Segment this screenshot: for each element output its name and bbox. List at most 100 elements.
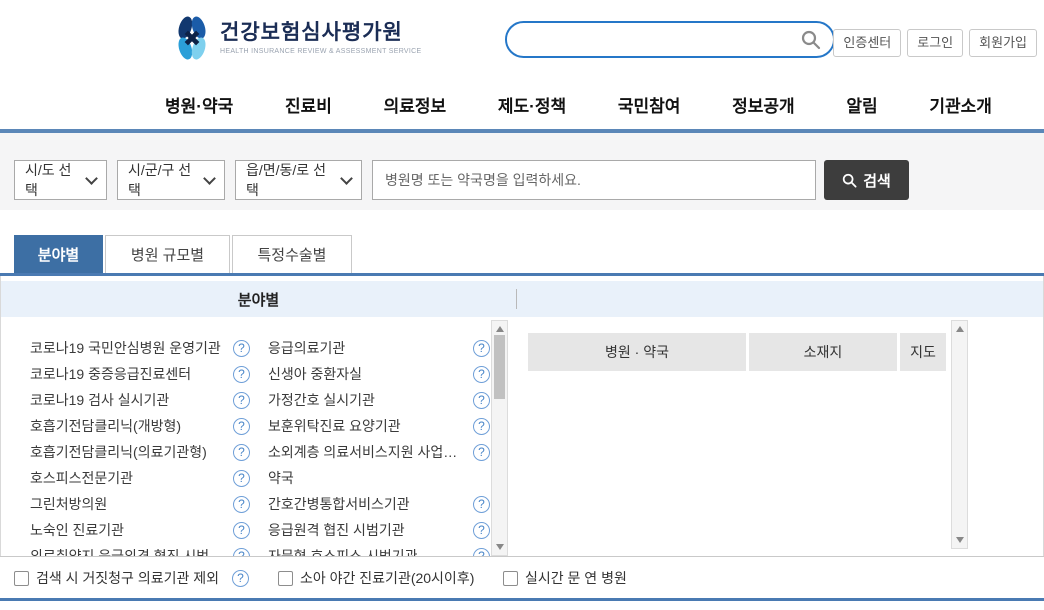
category-link[interactable]: 코로나19 국민안심병원 운영기관 — [30, 338, 221, 358]
help-icon[interactable]: ? — [473, 418, 490, 435]
nav-item-5[interactable]: 국민참여 — [618, 92, 681, 117]
search-icon[interactable] — [800, 29, 822, 51]
search-button[interactable]: 검색 — [824, 160, 909, 200]
help-icon[interactable]: ? — [233, 392, 250, 409]
logo-title: 건강보험심사평가원 — [220, 21, 421, 44]
global-search-input[interactable] — [523, 27, 787, 54]
category-link[interactable]: 노숙인 진료기관 — [30, 520, 124, 540]
logo-text: 건강보험심사평가원 HEALTH INSURANCE REVIEW & ASSE… — [220, 21, 421, 54]
help-icon[interactable]: ? — [233, 522, 250, 539]
category-link[interactable]: 신생아 중환자실 — [268, 364, 362, 384]
help-icon[interactable]: ? — [473, 444, 490, 461]
help-icon[interactable]: ? — [473, 392, 490, 409]
category-link[interactable]: 보훈위탁진료 요양기관 — [268, 416, 401, 436]
content-area: 코로나19 국민안심병원 운영기관? 코로나19 중증응급진료센터? 코로나19 검… — [1, 317, 1043, 556]
help-icon[interactable]: ? — [473, 340, 490, 357]
scroll-down-arrow-icon[interactable] — [956, 537, 964, 543]
footer-filter-checkbox-1[interactable]: 검색 시 거짓청구 의료기관 제외? — [14, 568, 249, 588]
category-link[interactable]: 약국 — [268, 468, 294, 488]
footer-filter-checkbox-3[interactable]: 실시간 문 연 병원 — [503, 568, 627, 588]
help-icon[interactable]: ? — [473, 366, 490, 383]
scroll-up-arrow-icon[interactable] — [956, 326, 964, 332]
category-item: 약국 — [268, 465, 490, 491]
region-selects: 시/도 선택 시/군/구 선택 읍/면/동/로 선택 — [14, 160, 362, 200]
category-item: 보훈위탁진료 요양기관? — [268, 413, 490, 439]
help-icon[interactable]: ? — [233, 496, 250, 513]
category-link[interactable]: 호흡기전담클리닉(의료기관형) — [30, 442, 207, 462]
nav-item-6[interactable]: 정보공개 — [732, 92, 795, 117]
category-link[interactable]: 그린처방의원 — [30, 494, 107, 514]
category-column-2: 응급의료기관?신생아 중환자실?가정간호 실시기관?보훈위탁진료 요양기관?소외… — [268, 335, 490, 556]
nav-item-3[interactable]: 의료정보 — [384, 92, 447, 117]
category-item: 호흡기전담클리닉(개방형)? — [30, 413, 250, 439]
keyword-input[interactable] — [373, 161, 815, 199]
chevron-down-icon — [85, 172, 98, 185]
nav-item-2[interactable]: 진료비 — [285, 92, 332, 117]
help-icon[interactable]: ? — [473, 548, 490, 557]
tab-2[interactable]: 병원 규모별 — [105, 235, 230, 273]
help-icon[interactable]: ? — [233, 418, 250, 435]
footer-filter-checkbox-2[interactable]: 소아 야간 진료기관(20시이후) — [278, 568, 474, 588]
nav-item-1[interactable]: 병원·약국 — [165, 92, 233, 117]
global-nav: 병원·약국 진료비 의료정보 제도·정책 국민참여 정보공개 알림 기관소개 — [0, 80, 1044, 133]
scroll-down-arrow-icon[interactable] — [496, 544, 504, 550]
help-icon[interactable]: ? — [473, 496, 490, 513]
region-select-dropdown-1[interactable]: 시/도 선택 — [14, 160, 107, 200]
site-logo[interactable]: 건강보험심사평가원 HEALTH INSURANCE REVIEW & ASSE… — [173, 15, 421, 61]
results-column-header-2: 소재지 — [749, 333, 897, 371]
nav-item-8[interactable]: 기관소개 — [929, 92, 992, 117]
category-link[interactable]: 소외계층 의료서비스지원 사업… — [268, 442, 457, 462]
panel-title: 분야별 — [1, 281, 516, 317]
category-link[interactable]: 호흡기전담클리닉(개방형) — [30, 416, 181, 436]
help-icon[interactable]: ? — [233, 340, 250, 357]
scrollbar-thumb[interactable] — [494, 335, 505, 399]
region-select-dropdown-2[interactable]: 시/군/구 선택 — [117, 160, 225, 200]
category-link[interactable]: 호스피스전문기관 — [30, 468, 133, 488]
category-link[interactable]: 코로나19 검사 실시기관 — [30, 390, 169, 410]
category-link[interactable]: 의료취약지 응급의견 협진 시범 — [30, 546, 209, 556]
results-column-header-3: 지도 — [900, 333, 946, 371]
checkbox-label: 검색 시 거짓청구 의료기관 제외 — [36, 568, 219, 588]
keyword-search-box — [372, 160, 816, 200]
global-search-box — [505, 21, 835, 58]
utility-button-2[interactable]: 로그인 — [907, 29, 963, 57]
category-item: 간호간병통합서비스기관? — [268, 491, 490, 517]
category-column-1: 코로나19 국민안심병원 운영기관? 코로나19 중증응급진료센터? 코로나19 검… — [30, 335, 250, 556]
region-select-dropdown-3[interactable]: 읍/면/동/로 선택 — [235, 160, 362, 200]
nav-item-4[interactable]: 제도·정책 — [498, 92, 566, 117]
category-list-scrollbar[interactable] — [491, 320, 508, 556]
checkbox-icon[interactable] — [503, 571, 518, 586]
region-select-value: 시/도 선택 — [25, 160, 81, 200]
checkbox-label: 실시간 문 연 병원 — [525, 568, 627, 588]
help-icon[interactable]: ? — [473, 522, 490, 539]
results-table-header: 병원 · 약국소재지지도 — [528, 333, 946, 371]
category-link[interactable]: 가정간호 실시기관 — [268, 390, 375, 410]
scroll-up-arrow-icon[interactable] — [496, 326, 504, 332]
help-icon[interactable]: ? — [232, 570, 249, 587]
tab-3[interactable]: 특정수술별 — [232, 235, 352, 273]
region-select-value: 시/군/구 선택 — [128, 160, 199, 200]
category-link[interactable]: 응급의료기관 — [268, 338, 345, 358]
utility-button-1[interactable]: 인증센터 — [833, 29, 901, 57]
category-link[interactable]: 자문형 호스피스 시범기관 — [268, 546, 417, 556]
checkbox-icon[interactable] — [278, 571, 293, 586]
category-item: 호스피스전문기관? — [30, 465, 250, 491]
results-scrollbar[interactable] — [951, 320, 968, 549]
footer-filter-bar: 검색 시 거짓청구 의료기관 제외? 소아 야간 진료기관(20시이후) 실시간 문… — [0, 557, 1044, 598]
nav-item-7[interactable]: 알림 — [846, 92, 877, 117]
category-link[interactable]: 응급원격 협진 시범기관 — [268, 520, 405, 540]
tab-1[interactable]: 분야별 — [14, 235, 103, 273]
help-icon[interactable]: ? — [233, 548, 250, 557]
panel-header: 분야별 — [1, 281, 1043, 317]
help-icon[interactable]: ? — [233, 470, 250, 487]
help-icon[interactable]: ? — [233, 366, 250, 383]
checkbox-icon[interactable] — [14, 571, 29, 586]
utility-button-3[interactable]: 회원가입 — [969, 29, 1037, 57]
category-item: 호흡기전담클리닉(의료기관형)? — [30, 439, 250, 465]
panel-header-divider — [516, 289, 517, 309]
help-icon[interactable]: ? — [233, 444, 250, 461]
category-item: 노숙인 진료기관? — [30, 517, 250, 543]
category-link[interactable]: 간호간병통합서비스기관 — [268, 494, 410, 514]
category-link[interactable]: 코로나19 중증응급진료센터 — [30, 364, 191, 384]
tab-underline — [0, 273, 1044, 276]
